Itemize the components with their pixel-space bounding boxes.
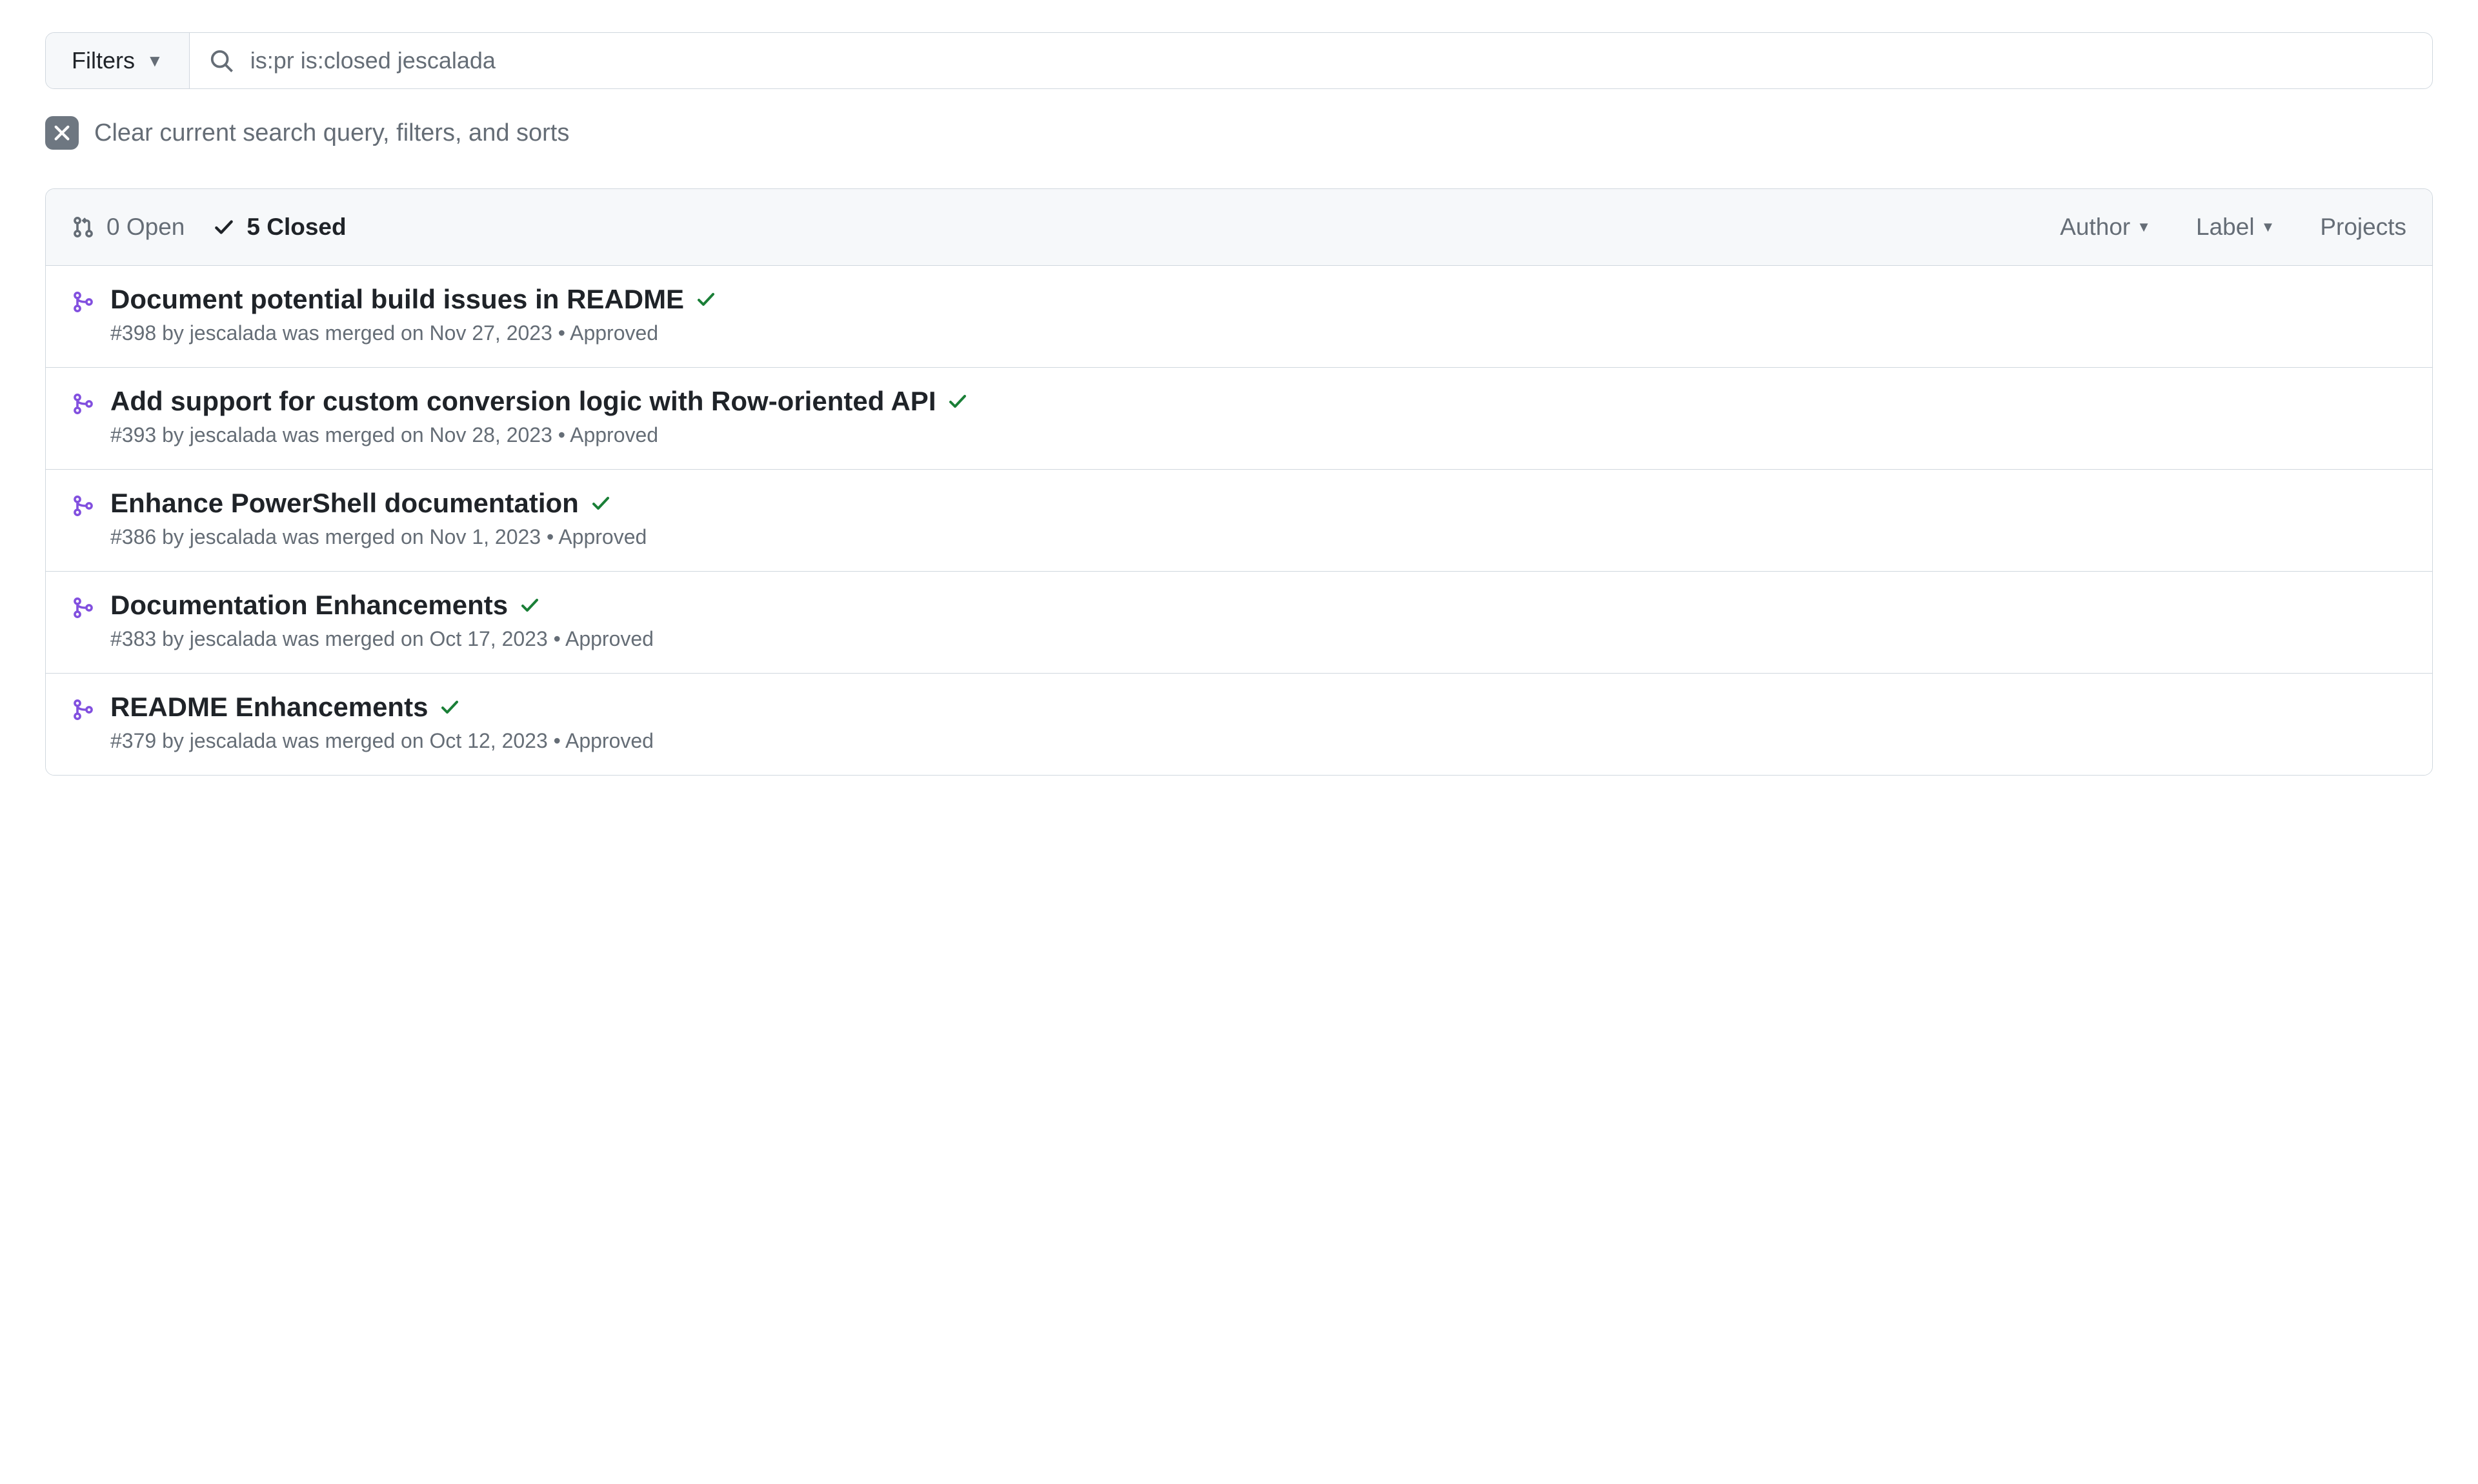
caret-down-icon: ▼: [146, 51, 163, 71]
caret-down-icon: ▼: [2261, 219, 2275, 236]
caret-down-icon: ▼: [2137, 219, 2151, 236]
git-merge-icon: [72, 698, 95, 721]
status-tabs: 0 Open 5 Closed: [72, 214, 347, 241]
close-icon: [45, 116, 79, 150]
clear-search-text: Clear current search query, filters, and…: [94, 119, 569, 147]
git-pull-request-icon: [72, 216, 95, 239]
git-merge-icon: [72, 596, 95, 619]
check-icon: [213, 216, 235, 238]
pr-row[interactable]: Enhance PowerShell documentation #386 by…: [46, 470, 2432, 572]
filters-label: Filters: [72, 47, 135, 74]
open-count: 0 Open: [106, 214, 185, 241]
pr-title[interactable]: Add support for custom conversion logic …: [110, 386, 936, 417]
pr-row[interactable]: Document potential build issues in READM…: [46, 266, 2432, 368]
pr-row[interactable]: Add support for custom conversion logic …: [46, 368, 2432, 470]
pr-subtext: #386 by jescalada was merged on Nov 1, 2…: [110, 525, 647, 549]
search-bar: Filters ▼: [45, 32, 2433, 89]
pr-subtext: #383 by jescalada was merged on Oct 17, …: [110, 627, 654, 651]
status-check-icon: [696, 289, 716, 310]
clear-search-button[interactable]: Clear current search query, filters, and…: [45, 116, 2433, 150]
pr-title[interactable]: Documentation Enhancements: [110, 590, 508, 621]
pr-title[interactable]: README Enhancements: [110, 692, 428, 723]
git-merge-icon: [72, 392, 95, 416]
status-check-icon: [519, 595, 540, 616]
tab-open[interactable]: 0 Open: [72, 214, 185, 241]
list-header: 0 Open 5 Closed Author ▼ Label ▼: [46, 189, 2432, 266]
git-merge-icon: [72, 494, 95, 517]
pr-list: 0 Open 5 Closed Author ▼ Label ▼: [45, 188, 2433, 776]
pr-subtext: #379 by jescalada was merged on Oct 12, …: [110, 729, 654, 753]
pr-title[interactable]: Enhance PowerShell documentation: [110, 488, 579, 519]
pr-title[interactable]: Document potential build issues in READM…: [110, 284, 684, 315]
filters-button[interactable]: Filters ▼: [46, 33, 190, 88]
pr-subtext: #398 by jescalada was merged on Nov 27, …: [110, 321, 716, 345]
filter-label[interactable]: Label ▼: [2196, 214, 2275, 241]
filter-projects[interactable]: Projects: [2320, 214, 2406, 241]
filter-menu: Author ▼ Label ▼ Projects: [2060, 214, 2406, 241]
filter-author[interactable]: Author ▼: [2060, 214, 2151, 241]
pr-row[interactable]: README Enhancements #379 by jescalada wa…: [46, 674, 2432, 775]
tab-closed[interactable]: 5 Closed: [213, 214, 346, 241]
status-check-icon: [439, 697, 460, 717]
status-check-icon: [947, 391, 968, 412]
status-check-icon: [590, 493, 611, 514]
search-input-container: [190, 33, 2432, 88]
search-input[interactable]: [249, 46, 2413, 75]
git-merge-icon: [72, 290, 95, 314]
search-icon: [209, 48, 234, 73]
closed-count: 5 Closed: [247, 214, 346, 241]
pr-subtext: #393 by jescalada was merged on Nov 28, …: [110, 423, 968, 447]
pr-row[interactable]: Documentation Enhancements #383 by jesca…: [46, 572, 2432, 674]
